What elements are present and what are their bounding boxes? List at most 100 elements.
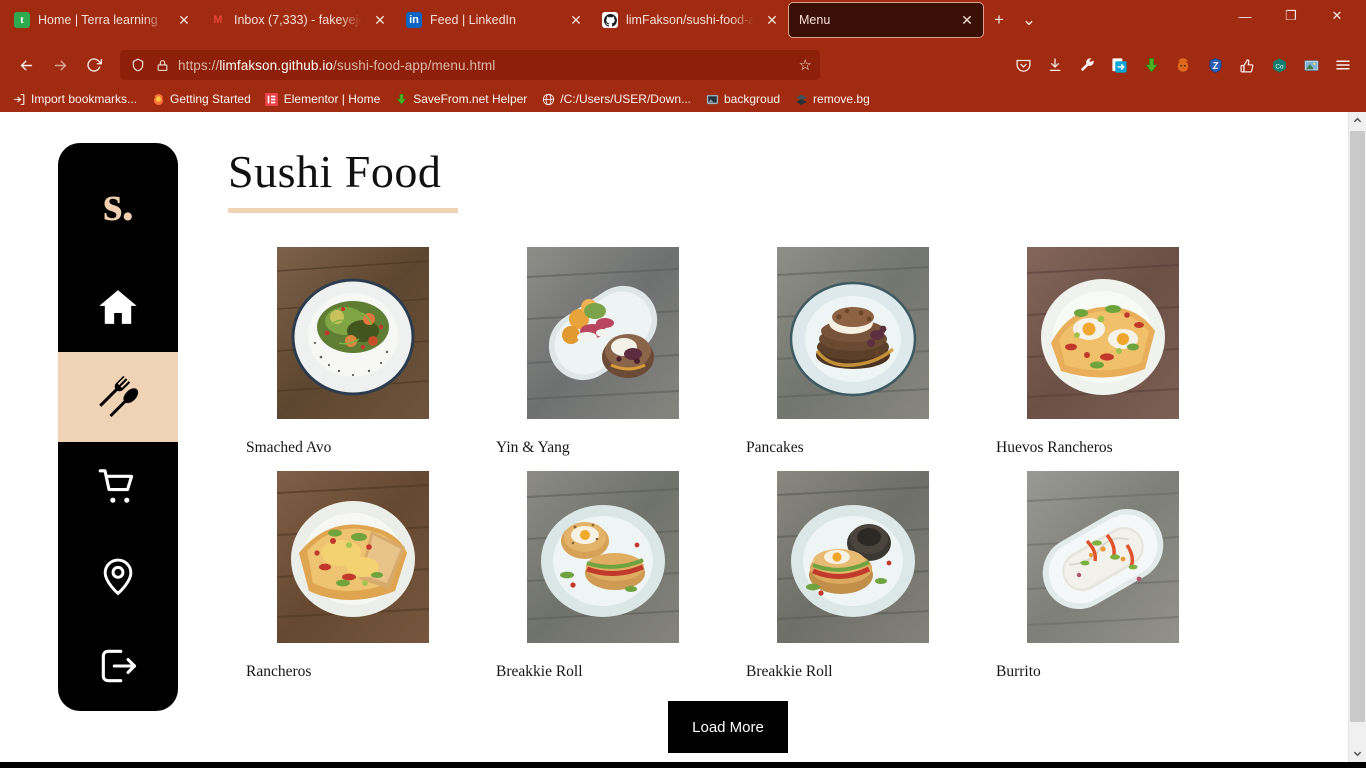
bookmark-elementor-home[interactable]: Elementor | Home bbox=[259, 89, 387, 109]
tab-close-button[interactable]: ✕ bbox=[174, 10, 194, 30]
download-green-icon bbox=[394, 92, 408, 106]
main-content: Sushi Food Smached Avo Yin & Yang Pancak… bbox=[228, 112, 1348, 762]
brand-logo[interactable]: s. bbox=[58, 143, 178, 263]
url-bar[interactable]: https://limfakson.github.io/sushi-food-a… bbox=[120, 50, 820, 80]
bookmark-remove-bg[interactable]: remove.bg bbox=[788, 89, 876, 109]
tab-linkedin-feed[interactable]: in Feed | LinkedIn ✕ bbox=[396, 2, 592, 38]
downloads-icon[interactable] bbox=[1040, 50, 1070, 80]
tab-title: Inbox (7,333) - fakeyejoshua200 bbox=[234, 13, 362, 27]
shopping-cart-icon bbox=[96, 465, 140, 509]
tab-close-button[interactable]: ✕ bbox=[762, 10, 782, 30]
pocket-icon[interactable] bbox=[1008, 50, 1038, 80]
layers-icon bbox=[794, 92, 808, 106]
url-text[interactable]: https://limfakson.github.io/sushi-food-a… bbox=[178, 58, 791, 73]
scroll-down-arrow-icon[interactable] bbox=[1349, 745, 1366, 762]
linkedin-icon: in bbox=[406, 12, 422, 28]
tab-close-button[interactable]: ✕ bbox=[370, 10, 390, 30]
page-title: Sushi Food bbox=[228, 146, 442, 197]
firefox-account-icon[interactable] bbox=[1168, 50, 1198, 80]
bookmark-label: Elementor | Home bbox=[283, 92, 381, 106]
food-card[interactable]: Smached Avo bbox=[228, 247, 478, 471]
food-image-breakkie-roll-2[interactable] bbox=[777, 471, 929, 644]
food-image-rancheros[interactable] bbox=[277, 471, 429, 644]
tab-menu-active[interactable]: Menu ✕ bbox=[788, 2, 984, 38]
food-label: Breakkie Roll bbox=[746, 663, 833, 681]
list-all-tabs-button[interactable]: ⌄ bbox=[1014, 5, 1044, 35]
sidebar-item-logout[interactable] bbox=[58, 621, 178, 711]
bookmark-getting-started[interactable]: Getting Started bbox=[145, 89, 257, 109]
scrollbar-track[interactable] bbox=[1349, 129, 1366, 745]
maximize-button[interactable]: ❐ bbox=[1268, 0, 1314, 32]
sidebar-item-location[interactable] bbox=[58, 532, 178, 622]
page-viewport: s. Sushi Food Smached Avo Yin & Yang Pan… bbox=[0, 112, 1366, 762]
tab-title: Home | Terra learning bbox=[38, 13, 158, 27]
back-button[interactable] bbox=[10, 50, 42, 80]
tab-terra-learning[interactable]: t Home | Terra learning ✕ bbox=[4, 2, 200, 38]
food-image-breakkie-roll-1[interactable] bbox=[527, 471, 679, 644]
food-image-burrito[interactable] bbox=[1027, 471, 1179, 644]
hamburger-menu-icon[interactable] bbox=[1328, 50, 1358, 80]
lock-icon[interactable] bbox=[154, 57, 170, 73]
food-image-pancakes[interactable] bbox=[777, 247, 929, 420]
minimize-button[interactable]: — bbox=[1222, 0, 1268, 32]
tab-title: Menu bbox=[799, 13, 831, 27]
food-card[interactable]: Pancakes bbox=[728, 247, 978, 471]
browser-window: t Home | Terra learning ✕ M Inbox (7,333… bbox=[0, 0, 1366, 768]
shield-vpn-icon[interactable] bbox=[1200, 50, 1230, 80]
terra-icon: t bbox=[14, 12, 30, 28]
bookmark-star-icon[interactable]: ☆ bbox=[799, 56, 812, 74]
reload-button[interactable] bbox=[78, 50, 110, 80]
close-window-button[interactable]: ✕ bbox=[1314, 0, 1360, 32]
food-card[interactable]: Burrito bbox=[978, 471, 1228, 695]
bookmark-savefrom-helper[interactable]: SaveFrom.net Helper bbox=[388, 89, 533, 109]
food-label: Yin & Yang bbox=[496, 439, 570, 457]
food-grid: Smached Avo Yin & Yang Pancakes Huevos R… bbox=[228, 247, 1228, 695]
wrench-icon[interactable] bbox=[1072, 50, 1102, 80]
scroll-up-arrow-icon[interactable] bbox=[1349, 112, 1366, 129]
bookmark-label: backgroud bbox=[724, 92, 781, 106]
tab-title: limFakson/sushi-food-app bbox=[626, 13, 754, 27]
app-sidebar: s. bbox=[58, 143, 178, 711]
bookmark-label: remove.bg bbox=[813, 92, 870, 106]
food-card[interactable]: Yin & Yang bbox=[478, 247, 728, 471]
food-image-yin-yang[interactable] bbox=[527, 247, 679, 420]
tab-close-button[interactable]: ✕ bbox=[566, 10, 586, 30]
bookmark-label: Getting Started bbox=[170, 92, 251, 106]
bookmark-label: /C:/Users/USER/Down... bbox=[560, 92, 691, 106]
navigation-toolbar: https://limfakson.github.io/sushi-food-a… bbox=[0, 44, 1366, 86]
sidebar-item-cart[interactable] bbox=[58, 442, 178, 532]
food-image-smached-avo[interactable] bbox=[277, 247, 429, 420]
video-downloader-icon[interactable] bbox=[1136, 50, 1166, 80]
tab-strip: t Home | Terra learning ✕ M Inbox (7,333… bbox=[0, 0, 1366, 44]
food-card[interactable]: Breakkie Roll bbox=[728, 471, 978, 695]
logout-icon bbox=[96, 644, 140, 688]
colorzilla-icon[interactable]: Co bbox=[1264, 50, 1294, 80]
tab-github-repo[interactable]: limFakson/sushi-food-app ✕ bbox=[592, 2, 788, 38]
new-tab-button[interactable]: + bbox=[984, 5, 1014, 35]
window-controls: — ❐ ✕ bbox=[1222, 0, 1360, 44]
shield-icon[interactable] bbox=[130, 57, 146, 73]
browser-toolbar-icons: Co bbox=[1008, 50, 1358, 80]
screenshot-icon[interactable] bbox=[1296, 50, 1326, 80]
forward-button[interactable] bbox=[44, 50, 76, 80]
bookmark-local-downloads[interactable]: /C:/Users/USER/Down... bbox=[535, 89, 697, 109]
food-label: Smached Avo bbox=[246, 439, 332, 457]
bookmark-backgroud[interactable]: backgroud bbox=[699, 89, 786, 109]
grammar-icon[interactable] bbox=[1232, 50, 1262, 80]
sidebar-item-menu[interactable] bbox=[58, 352, 178, 442]
import-icon bbox=[12, 92, 26, 106]
tab-gmail-inbox[interactable]: M Inbox (7,333) - fakeyejoshua200 ✕ bbox=[200, 2, 396, 38]
sidebar-item-home[interactable] bbox=[58, 263, 178, 353]
food-image-huevos-rancheros[interactable] bbox=[1027, 247, 1179, 420]
load-more-button[interactable]: Load More bbox=[668, 701, 788, 754]
bookmark-import-bookmarks[interactable]: Import bookmarks... bbox=[6, 89, 143, 109]
bottom-strip bbox=[0, 762, 1366, 768]
scrollbar-thumb[interactable] bbox=[1350, 131, 1365, 723]
food-card[interactable]: Huevos Rancheros bbox=[978, 247, 1228, 471]
tab-close-button[interactable]: ✕ bbox=[957, 10, 977, 30]
food-card[interactable]: Breakkie Roll bbox=[478, 471, 728, 695]
page-scrollbar[interactable] bbox=[1348, 112, 1366, 762]
tab-title: Feed | LinkedIn bbox=[430, 13, 516, 27]
food-card[interactable]: Rancheros bbox=[228, 471, 478, 695]
extension-blue-icon[interactable] bbox=[1104, 50, 1134, 80]
